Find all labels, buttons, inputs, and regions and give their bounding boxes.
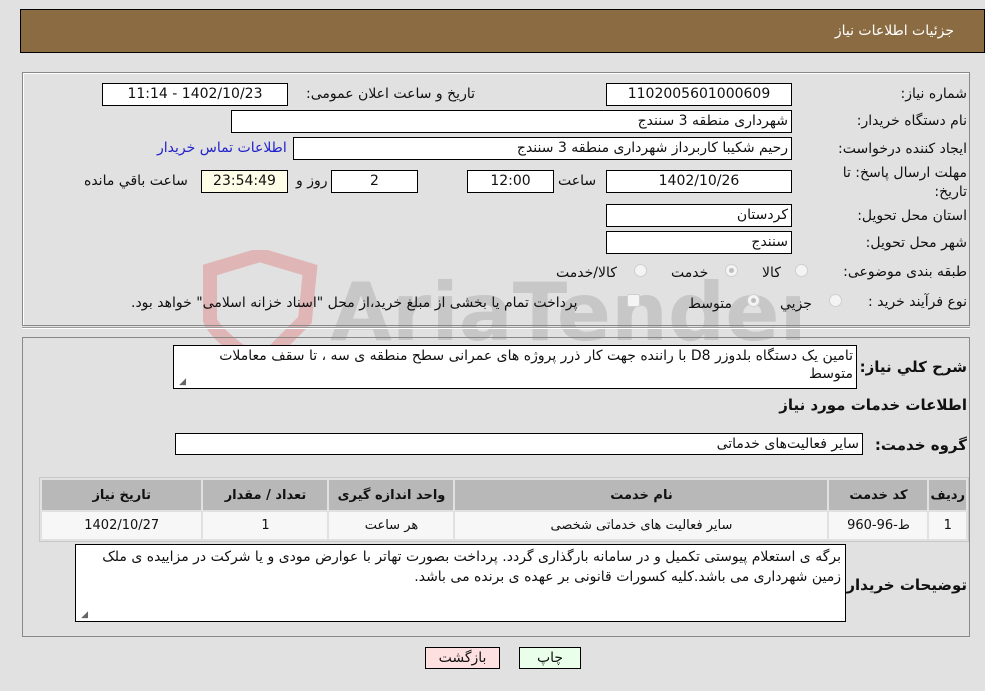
- buyer-org-field: شهرداری منطقه 3 سنندج: [231, 110, 792, 133]
- cell-service-name: سایر فعالیت های خدماتی شخصی: [455, 512, 828, 539]
- need-number-label: شماره نیاز:: [900, 86, 968, 102]
- requester-label: ایجاد کننده درخواست:: [838, 141, 967, 157]
- purchase-type-label: نوع فرآیند خرید :: [868, 294, 967, 310]
- description-textarea[interactable]: تامین یک دستگاه بلدوزر D8 با راننده جهت …: [173, 345, 857, 389]
- table-header-row: ردیف کد خدمت نام خدمت واحد اندازه گیری ت…: [42, 480, 966, 510]
- category-radio-goods-service[interactable]: [634, 264, 647, 277]
- city-label: شهر محل تحویل:: [865, 235, 967, 251]
- divider: [22, 327, 970, 329]
- buyer-org-label: نام دستگاه خریدار:: [856, 113, 967, 129]
- column-header-quantity: تعداد / مقدار: [203, 480, 328, 510]
- page-header: جزئیات اطلاعات نیاز: [20, 9, 985, 53]
- back-button[interactable]: بازگشت: [425, 647, 500, 669]
- description-label: شرح کلي نیاز:: [859, 358, 967, 376]
- buyer-notes-text: برگه ی استعلام پیوستی تکمیل و در سامانه …: [102, 549, 841, 585]
- purchase-type-option-minor: جزيي: [780, 296, 812, 312]
- resize-grip-icon[interactable]: ◢: [78, 610, 88, 620]
- announce-datetime-label: تاریخ و ساعت اعلان عمومی:: [306, 86, 475, 102]
- buyer-notes-label: توضیحات خریدار:: [840, 576, 967, 594]
- cell-need-date: 1402/10/27: [42, 512, 202, 539]
- cell-row-number: 1: [929, 512, 966, 539]
- services-table: ردیف کد خدمت نام خدمت واحد اندازه گیری ت…: [39, 477, 969, 542]
- column-header-service-code: کد خدمت: [829, 480, 928, 510]
- table-row: 1 ط-96-960 سایر فعالیت های خدماتی شخصی ه…: [42, 512, 966, 539]
- column-header-unit: واحد اندازه گیری: [329, 480, 454, 510]
- service-group-field: سایر فعالیت‌های خدماتی: [175, 433, 863, 455]
- category-radio-goods[interactable]: [795, 264, 808, 277]
- need-number-field: 1102005601000609: [606, 83, 792, 106]
- category-option-goods-service: کالا/خدمت: [556, 265, 617, 281]
- service-group-label: گروه خدمت:: [874, 436, 967, 454]
- category-option-service: خدمت: [671, 265, 709, 281]
- city-field: سنندج: [606, 231, 792, 254]
- cell-service-code: ط-96-960: [829, 512, 928, 539]
- category-label: طبقه بندی موضوعی:: [843, 264, 967, 280]
- deadline-label: مهلت ارسال پاسخ: تا تاریخ:: [842, 165, 967, 200]
- days-label: روز و: [296, 173, 328, 189]
- treasury-note: پرداخت تمام یا بخشی از مبلغ خرید،از محل …: [131, 295, 578, 311]
- requester-field: رحیم شکیبا کاربرداز شهرداری منطقه 3 سنند…: [293, 137, 792, 160]
- category-radio-service[interactable]: [725, 264, 738, 277]
- deadline-time-label: ساعت: [558, 173, 597, 189]
- remaining-time-field: 23:54:49: [201, 170, 288, 193]
- deadline-time-field: 12:00: [467, 170, 554, 193]
- services-section-title: اطلاعات خدمات مورد نیاز: [779, 396, 967, 414]
- days-remaining-field: 2: [331, 170, 418, 193]
- announce-datetime-field: 1402/10/23 - 11:14: [102, 83, 288, 106]
- page-title: جزئیات اطلاعات نیاز: [834, 23, 954, 39]
- cell-quantity: 1: [203, 512, 328, 539]
- buyer-contact-link[interactable]: اطلاعات تماس خریدار: [157, 140, 287, 156]
- cell-unit: هر ساعت: [329, 512, 454, 539]
- buyer-notes-textarea[interactable]: برگه ی استعلام پیوستی تکمیل و در سامانه …: [75, 544, 846, 622]
- resize-grip-icon[interactable]: ◢: [176, 377, 186, 387]
- province-label: استان محل تحویل:: [857, 208, 967, 224]
- category-option-goods: کالا: [762, 265, 781, 281]
- remaining-time-label: ساعت باقي مانده: [84, 173, 188, 189]
- purchase-type-radio-minor[interactable]: [829, 294, 842, 307]
- column-header-service-name: نام خدمت: [455, 480, 828, 510]
- purchase-type-radio-medium[interactable]: [747, 294, 760, 307]
- print-button[interactable]: چاپ: [519, 647, 581, 669]
- deadline-date-field: 1402/10/26: [606, 170, 792, 193]
- province-field: کردستان: [606, 204, 792, 227]
- description-text: تامین یک دستگاه بلدوزر D8 با راننده جهت …: [219, 348, 853, 382]
- column-header-need-date: تاریخ نیاز: [42, 480, 202, 510]
- column-header-row-number: ردیف: [929, 480, 966, 510]
- purchase-type-option-medium: متوسط: [688, 296, 732, 312]
- treasury-checkbox[interactable]: [627, 294, 640, 307]
